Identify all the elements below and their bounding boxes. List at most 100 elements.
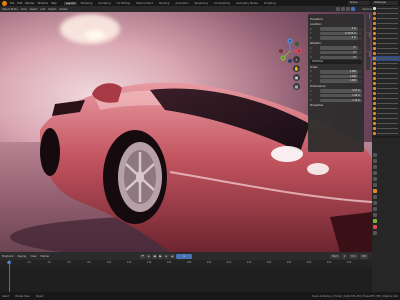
- object-properties-icon[interactable]: [373, 189, 377, 193]
- object-icon: [373, 122, 376, 125]
- start-frame-field[interactable]: 1: [341, 253, 348, 259]
- pan-icon[interactable]: ✋: [293, 65, 300, 72]
- perspective-toggle-icon[interactable]: ▦: [293, 83, 300, 90]
- add-menu[interactable]: Add: [40, 8, 45, 11]
- menu-help[interactable]: Help: [51, 2, 57, 5]
- tab-layout[interactable]: Layout: [63, 1, 77, 5]
- tab-modeling[interactable]: Modeling: [79, 2, 95, 5]
- transform-panel-title[interactable]: Transform: [310, 18, 362, 21]
- location-x-field[interactable]: 0 m: [320, 27, 358, 31]
- tab-compositing[interactable]: Compositing: [212, 2, 232, 5]
- solid-shading-icon[interactable]: [341, 7, 346, 11]
- object-icon: [373, 87, 376, 90]
- scale-x-field[interactable]: 1.000: [320, 70, 358, 74]
- menu-file[interactable]: File: [10, 2, 14, 5]
- ruler-tick: 320: [326, 261, 332, 264]
- wireframe-shading-icon[interactable]: [336, 7, 341, 11]
- tab-scripting[interactable]: Scripting: [262, 2, 278, 5]
- view-menu[interactable]: View: [30, 255, 36, 258]
- current-frame-field[interactable]: 1: [176, 253, 192, 259]
- tab-sculpting[interactable]: Sculpting: [96, 2, 112, 5]
- editor-divider[interactable]: [372, 136, 400, 138]
- lock-icon[interactable]: [359, 55, 362, 59]
- start-label: Start: [330, 253, 340, 259]
- lock-icon[interactable]: [359, 46, 362, 50]
- row-text-placeholder: [377, 102, 398, 105]
- transform-orientation[interactable]: Global: [59, 8, 67, 11]
- dimension-y-field[interactable]: 1.98 m: [320, 94, 362, 98]
- world-properties-icon[interactable]: [373, 183, 377, 187]
- tab-view[interactable]: View: [366, 52, 370, 70]
- blender-logo-icon[interactable]: [2, 0, 7, 6]
- physics-properties-icon[interactable]: [373, 207, 377, 211]
- scale-z-field[interactable]: 1.000: [320, 79, 358, 83]
- keying-menu[interactable]: Keying: [18, 255, 27, 258]
- mode-selector[interactable]: Object Mode: [2, 8, 18, 11]
- lock-icon[interactable]: [359, 32, 362, 36]
- zoom-icon[interactable]: ⌕: [293, 56, 300, 63]
- marker-menu[interactable]: Marker: [40, 255, 49, 258]
- jump-end-icon[interactable]: ⏭: [170, 253, 175, 259]
- timeline-ruler[interactable]: 0204060801001201401601802002202402602803…: [0, 260, 372, 267]
- dimension-z-field[interactable]: 1.15 m: [320, 98, 362, 103]
- tab-uv-editing[interactable]: UV Editing: [115, 2, 133, 5]
- dimension-x-field[interactable]: 4.53 m: [320, 89, 362, 93]
- data-properties-icon[interactable]: [373, 219, 377, 223]
- rotation-y-field[interactable]: 0°: [320, 51, 358, 55]
- tab-texture-paint[interactable]: Texture Paint: [134, 2, 155, 5]
- end-frame-field[interactable]: 250: [359, 253, 368, 259]
- lock-icon[interactable]: [359, 36, 362, 40]
- tab-tool[interactable]: Tool: [366, 33, 370, 51]
- scene-properties-icon[interactable]: [373, 177, 377, 181]
- play-reverse-icon[interactable]: ◀: [152, 253, 157, 259]
- jump-start-icon[interactable]: ⏮: [140, 253, 145, 259]
- lock-icon[interactable]: [359, 79, 362, 83]
- menu-window[interactable]: Window: [38, 2, 48, 5]
- lock-icon[interactable]: [359, 70, 362, 74]
- playback-menu[interactable]: Playback: [2, 255, 14, 258]
- view-layer-selector[interactable]: ViewLayer: [372, 1, 398, 5]
- gizmo-y-label: Y: [282, 56, 284, 60]
- location-y-field[interactable]: -0.7473 m: [320, 31, 358, 36]
- particles-properties-icon[interactable]: [373, 201, 377, 205]
- camera-view-icon[interactable]: ▣: [293, 74, 300, 81]
- texture-properties-icon[interactable]: [373, 231, 377, 235]
- view-menu[interactable]: View: [21, 8, 27, 11]
- material-shading-icon[interactable]: [346, 7, 351, 11]
- view-layer-properties-icon[interactable]: [373, 171, 377, 175]
- material-properties-icon[interactable]: [373, 225, 377, 229]
- axis-label: Z: [310, 98, 312, 102]
- scale-y-field[interactable]: 1.000: [320, 74, 358, 79]
- tab-shading[interactable]: Shading: [157, 2, 172, 5]
- lock-icon[interactable]: [359, 75, 362, 79]
- tab-item[interactable]: Item: [366, 14, 370, 32]
- tool-properties-icon[interactable]: [373, 153, 377, 157]
- rotation-x-field[interactable]: 0°: [320, 46, 358, 50]
- play-icon[interactable]: ▶: [158, 253, 163, 259]
- rendered-shading-icon[interactable]: [351, 7, 356, 11]
- playhead[interactable]: [9, 260, 10, 292]
- lock-icon[interactable]: [359, 27, 362, 31]
- properties-panel-title[interactable]: Properties: [310, 104, 362, 107]
- prev-keyframe-icon[interactable]: ◂: [146, 253, 151, 259]
- render-properties-icon[interactable]: [373, 159, 377, 163]
- tab-geometry-nodes[interactable]: Geometry Nodes: [234, 2, 260, 5]
- modifier-properties-icon[interactable]: [373, 195, 377, 199]
- rotation-mode-select[interactable]: XYZ Euler: [310, 59, 362, 64]
- output-properties-icon[interactable]: [373, 165, 377, 169]
- location-z-field[interactable]: 0 m: [320, 36, 358, 40]
- timeline-tracks[interactable]: [0, 267, 372, 292]
- tab-rendering[interactable]: Rendering: [193, 2, 210, 5]
- next-keyframe-icon[interactable]: ▸: [164, 253, 169, 259]
- tab-animation[interactable]: Animation: [173, 2, 190, 5]
- constraints-properties-icon[interactable]: [373, 213, 377, 217]
- select-menu[interactable]: Select: [30, 8, 38, 11]
- end-label: End: [349, 253, 358, 259]
- options-button[interactable]: Options: [362, 8, 372, 11]
- object-menu[interactable]: Object: [48, 8, 56, 11]
- rotation-z-field[interactable]: 0°: [320, 55, 358, 60]
- menu-render[interactable]: Render: [25, 2, 34, 5]
- scene-selector[interactable]: Scene: [348, 1, 370, 5]
- lock-icon[interactable]: [359, 51, 362, 55]
- menu-edit[interactable]: Edit: [17, 2, 22, 5]
